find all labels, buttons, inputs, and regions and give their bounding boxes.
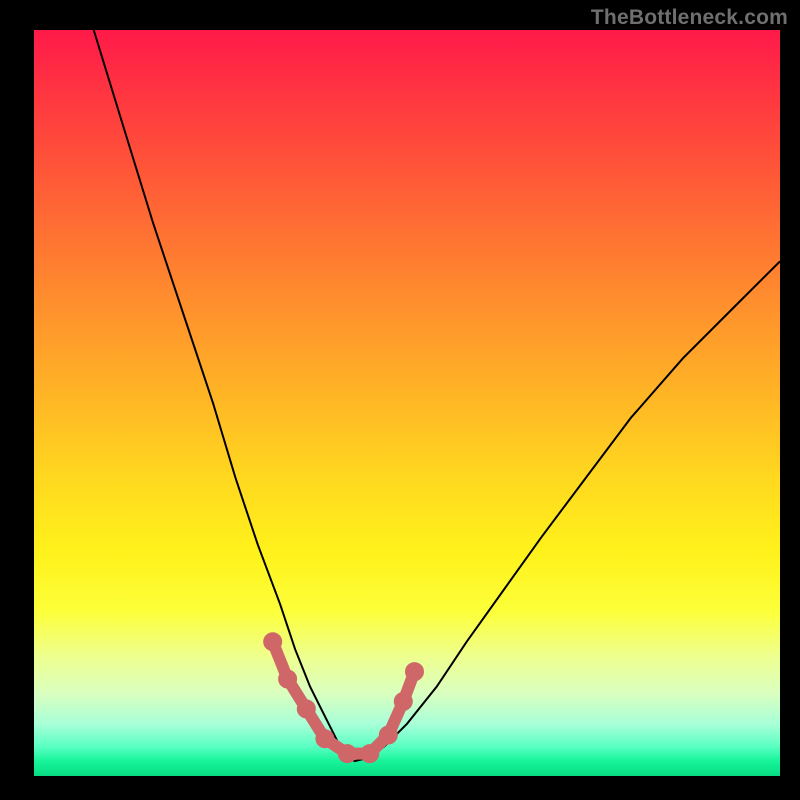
bottleneck-curve bbox=[94, 30, 780, 761]
watermark-text: TheBottleneck.com bbox=[591, 6, 788, 30]
marker-dot bbox=[394, 692, 412, 710]
marker-dot bbox=[297, 700, 315, 718]
chart-frame: TheBottleneck.com bbox=[0, 0, 800, 800]
marker-dot bbox=[338, 745, 356, 763]
chart-svg bbox=[34, 30, 780, 776]
gradient-plot-area bbox=[34, 30, 780, 776]
marker-dot bbox=[379, 726, 397, 744]
marker-dot bbox=[406, 663, 424, 681]
marker-dot bbox=[361, 745, 379, 763]
marker-dot bbox=[316, 730, 334, 748]
marker-dot bbox=[279, 670, 297, 688]
marker-group bbox=[264, 633, 424, 763]
marker-dot bbox=[264, 633, 282, 651]
